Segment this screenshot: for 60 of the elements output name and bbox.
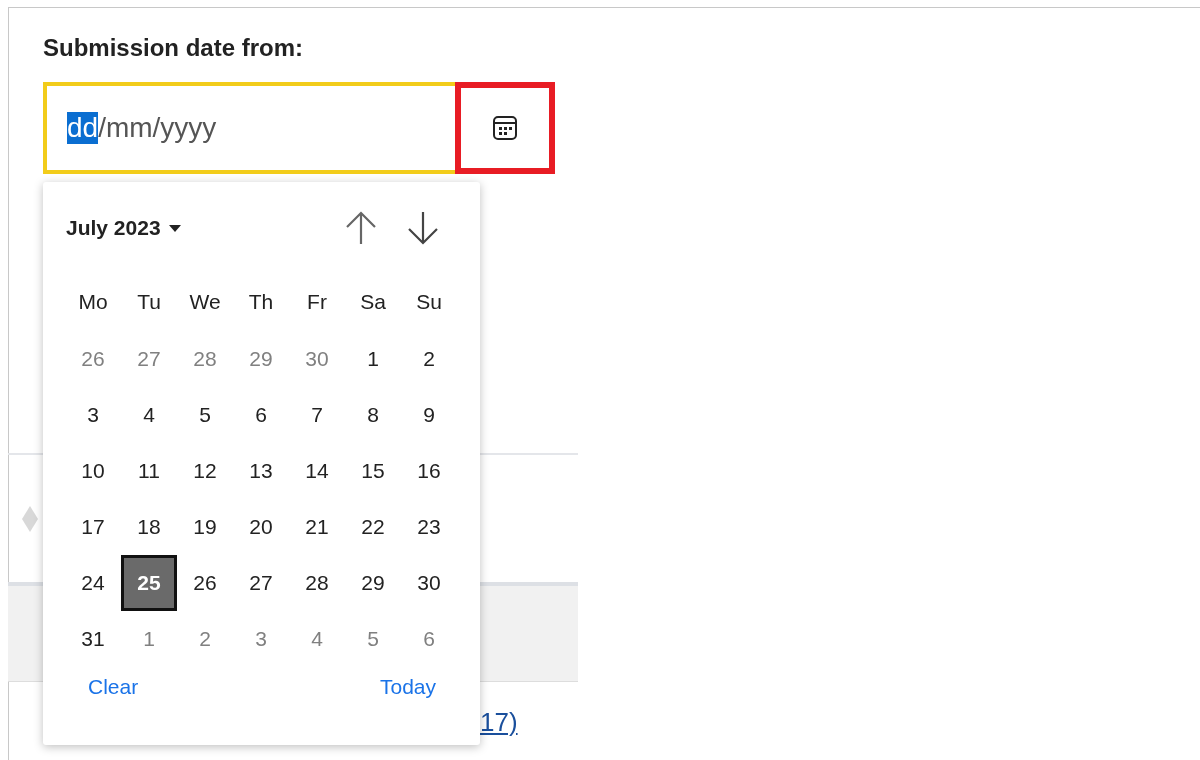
calendar-day[interactable]: 9 bbox=[401, 387, 457, 443]
calendar-day[interactable]: 8 bbox=[345, 387, 401, 443]
calendar-day[interactable]: 4 bbox=[121, 387, 177, 443]
calendar-day[interactable]: 10 bbox=[65, 443, 121, 499]
weekday-header: Fr bbox=[306, 288, 328, 315]
weekday-header: Sa bbox=[359, 288, 387, 315]
weekday-header: Su bbox=[415, 288, 443, 315]
calendar-day[interactable]: 19 bbox=[177, 499, 233, 555]
calendar-day[interactable]: 30 bbox=[401, 555, 457, 611]
calendar-day[interactable]: 17 bbox=[65, 499, 121, 555]
calendar-day[interactable]: 2 bbox=[177, 611, 233, 667]
calendar-day[interactable]: 26 bbox=[65, 331, 121, 387]
calendar-day[interactable]: 3 bbox=[65, 387, 121, 443]
calendar-day[interactable]: 28 bbox=[177, 331, 233, 387]
calendar-day[interactable]: 29 bbox=[233, 331, 289, 387]
calendar-day[interactable]: 15 bbox=[345, 443, 401, 499]
calendar-day[interactable]: 11 bbox=[121, 443, 177, 499]
calendar-day[interactable]: 20 bbox=[233, 499, 289, 555]
calendar-day[interactable]: 23 bbox=[401, 499, 457, 555]
calendar-day[interactable]: 26 bbox=[177, 555, 233, 611]
selected-day[interactable]: 25 bbox=[121, 555, 177, 611]
calendar-day[interactable]: 28 bbox=[289, 555, 345, 611]
calendar-day[interactable]: 1 bbox=[121, 611, 177, 667]
calendar-day[interactable]: 5 bbox=[177, 387, 233, 443]
clear-button[interactable]: Clear bbox=[88, 675, 139, 699]
date-format-text: /mm/yyyy bbox=[98, 112, 217, 144]
calendar-day[interactable]: 2 bbox=[401, 331, 457, 387]
month-year-dropdown[interactable]: July 2023 bbox=[65, 216, 181, 240]
weekday-header: Mo bbox=[77, 288, 109, 315]
calendar-day[interactable]: 30 bbox=[289, 331, 345, 387]
calendar-day[interactable]: 24 bbox=[65, 555, 121, 611]
calendar-day[interactable]: 27 bbox=[121, 331, 177, 387]
calendar-icon bbox=[492, 115, 518, 141]
calendar-day[interactable]: 29 bbox=[345, 555, 401, 611]
calendar-day[interactable]: 18 bbox=[121, 499, 177, 555]
calendar-day[interactable]: 6 bbox=[233, 387, 289, 443]
arrow-up-icon[interactable] bbox=[344, 210, 378, 246]
calendar-day[interactable]: 5 bbox=[345, 611, 401, 667]
calendar-day[interactable]: 27 bbox=[233, 555, 289, 611]
calendar-day[interactable]: 6 bbox=[401, 611, 457, 667]
today-button[interactable]: Today bbox=[379, 675, 436, 699]
weekday-header: We bbox=[188, 288, 222, 315]
calendar-day[interactable]: 16 bbox=[401, 443, 457, 499]
weekday-header: Th bbox=[247, 288, 275, 315]
calendar-day[interactable]: 4 bbox=[289, 611, 345, 667]
calendar-day[interactable]: 12 bbox=[177, 443, 233, 499]
table-link[interactable]: 17) bbox=[480, 706, 518, 738]
calendar-day[interactable]: 14 bbox=[289, 443, 345, 499]
calendar-day[interactable]: 13 bbox=[233, 443, 289, 499]
calendar-day[interactable]: 22 bbox=[345, 499, 401, 555]
arrow-down-icon[interactable] bbox=[406, 210, 440, 246]
calendar-day[interactable]: 3 bbox=[233, 611, 289, 667]
calendar-day[interactable]: 1 bbox=[345, 331, 401, 387]
caret-icon bbox=[168, 224, 181, 232]
calendar-day[interactable]: 31 bbox=[65, 611, 121, 667]
weekday-header: Tu bbox=[136, 288, 162, 315]
calendar-day[interactable]: 7 bbox=[289, 387, 345, 443]
calendar-day[interactable]: 21 bbox=[289, 499, 345, 555]
calendar-button[interactable] bbox=[455, 82, 555, 174]
field-label: Submission date from: bbox=[43, 34, 304, 62]
